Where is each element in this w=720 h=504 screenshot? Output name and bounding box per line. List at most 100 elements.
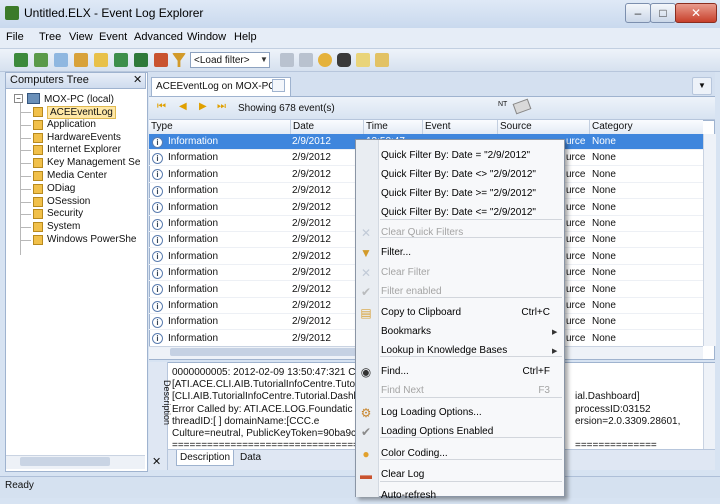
cell-source: urce <box>566 267 586 279</box>
context-menu-item-label: Clear Filter <box>381 267 430 278</box>
chevron-down-icon[interactable]: ▼ <box>258 52 270 68</box>
cell-type: Information <box>168 201 219 213</box>
close-icon: ✕ <box>690 6 702 20</box>
cell-category: None <box>592 332 616 344</box>
print-preview-icon[interactable] <box>375 53 389 67</box>
clear-log-icon: ▬ <box>360 468 372 482</box>
menu-advanced[interactable]: Advanced <box>134 31 183 43</box>
remove-filter-icon[interactable] <box>280 53 294 67</box>
info-icon: i <box>152 152 163 164</box>
description-vertical-scrollbar[interactable] <box>703 363 715 449</box>
description-text-line: [CLI.AIB.TutorialInfoCentre.Tutorial.Das… <box>172 391 360 403</box>
check-icon: ✔ <box>360 285 372 299</box>
grid-vertical-scrollbar[interactable] <box>703 134 716 346</box>
column-type[interactable]: Type <box>151 121 173 132</box>
description-text-line-right: processID:03152 <box>575 403 651 415</box>
tree-connector <box>21 188 31 190</box>
binoculars-icon: ◉ <box>360 365 372 379</box>
tree-item-log[interactable]: System <box>47 221 80 232</box>
cell-category: None <box>592 136 616 147</box>
description-text-line: Error Called by: ATI.ACE.LOG.Foundatic <box>172 403 353 415</box>
menu-tree[interactable]: Tree <box>39 31 61 43</box>
tree-item-log[interactable]: Application <box>47 119 96 130</box>
grid-scroll-thumb[interactable] <box>170 348 360 356</box>
column-category[interactable]: Category <box>592 121 633 132</box>
clear-log-icon[interactable] <box>134 53 148 67</box>
menu-help[interactable]: Help <box>234 31 257 43</box>
tree-item-log[interactable]: Windows PowerShe <box>47 234 136 245</box>
delete-icon[interactable] <box>154 53 168 67</box>
tab-aceeventlog[interactable]: ACEEventLog on MOX-PC <box>151 77 291 96</box>
export-icon[interactable] <box>356 53 370 67</box>
cell-category: None <box>592 218 616 229</box>
save-disk-icon[interactable] <box>114 53 128 67</box>
cell-date: 2/9/2012 <box>292 283 331 295</box>
first-page-icon[interactable]: ⏮ <box>157 101 166 112</box>
tree-item-log[interactable]: Internet Explorer <box>47 144 121 155</box>
tree-item-log[interactable]: Media Center <box>47 170 107 181</box>
column-event[interactable]: Event <box>425 121 451 132</box>
tab-close-button[interactable] <box>272 79 285 92</box>
tree-scroll-thumb[interactable] <box>20 457 110 466</box>
cell-category: None <box>592 300 616 311</box>
filter-enabled-icon[interactable] <box>299 53 313 67</box>
tree-root-computer[interactable]: MOX-PC (local) <box>44 94 114 105</box>
next-page-icon[interactable]: ▶ <box>199 101 207 112</box>
tab-data[interactable]: Data <box>240 452 261 463</box>
maximize-button[interactable]: □ <box>650 3 676 23</box>
info-icon: i <box>152 185 163 197</box>
collapse-icon[interactable]: − <box>14 94 23 103</box>
chevron-down-icon[interactable]: ▼ <box>692 77 712 95</box>
event-log-icon <box>33 235 43 245</box>
tree-item-log[interactable]: Security <box>47 208 83 219</box>
folder-icon[interactable] <box>74 53 88 67</box>
save-icon[interactable] <box>34 53 48 67</box>
column-source[interactable]: Source <box>500 121 532 132</box>
description-text-line: 0000000005: 2012-02-09 13:50:47:321 C <box>172 367 356 378</box>
menu-file[interactable]: File <box>6 31 24 43</box>
cell-source: urce <box>566 218 586 229</box>
minimize-button[interactable]: – <box>625 3 651 23</box>
refresh-icon[interactable] <box>54 53 68 67</box>
print-icon[interactable] <box>94 53 108 67</box>
cell-type: Information <box>168 267 219 279</box>
cell-date: 2/9/2012 <box>292 332 331 344</box>
close-icon[interactable]: ✕ <box>152 455 161 468</box>
cell-date: 2/9/2012 <box>292 201 331 213</box>
menu-view[interactable]: View <box>69 31 93 43</box>
submenu-arrow-icon: ▶ <box>552 329 558 336</box>
menu-window[interactable]: Window <box>187 31 226 43</box>
open-icon[interactable] <box>14 53 28 67</box>
tree-item-log[interactable]: ODiag <box>47 183 75 194</box>
tree-item-log[interactable]: HardwareEvents <box>47 132 121 143</box>
close-icon[interactable]: ✕ <box>133 73 142 86</box>
context-menu-item-label: Quick Filter By: Date = "2/9/2012" <box>381 150 531 161</box>
menu-event[interactable]: Event <box>99 31 127 43</box>
tab-description[interactable]: Description <box>176 450 234 466</box>
context-menu-item-label: Lookup in Knowledge Bases <box>381 345 508 356</box>
bookmark-icon[interactable] <box>318 53 332 67</box>
column-date[interactable]: Date <box>293 121 314 132</box>
close-window-button[interactable]: ✕ <box>675 3 717 23</box>
previous-page-icon[interactable]: ◀ <box>179 101 187 112</box>
tree-item-log[interactable]: ACEEventLog <box>47 106 116 119</box>
tree-connector <box>21 227 31 229</box>
cell-date: 2/9/2012 <box>292 267 331 279</box>
last-page-icon[interactable]: ⏭ <box>217 101 226 112</box>
description-text-line: threadID:[ ] domainName:[CCC.e <box>172 415 320 427</box>
context-menu-item-label: Filter... <box>381 247 412 258</box>
cell-date: 2/9/2012 <box>292 168 331 180</box>
column-time[interactable]: Time <box>366 121 388 132</box>
find-icon[interactable] <box>337 53 351 67</box>
cell-date: 2/9/2012 <box>292 316 331 328</box>
tree-item-log[interactable]: OSession <box>47 196 90 207</box>
tree-connector <box>21 124 31 126</box>
cell-source: urce <box>566 185 586 197</box>
maximize-icon: □ <box>659 6 667 20</box>
cell-source: urce <box>566 283 586 295</box>
info-icon: i <box>152 267 163 279</box>
tree-item-log[interactable]: Key Management Se <box>47 157 140 168</box>
context-menu-item-label: Quick Filter By: Date <= "2/9/2012" <box>381 207 536 218</box>
event-log-icon <box>33 171 43 181</box>
cell-category: None <box>592 267 616 279</box>
